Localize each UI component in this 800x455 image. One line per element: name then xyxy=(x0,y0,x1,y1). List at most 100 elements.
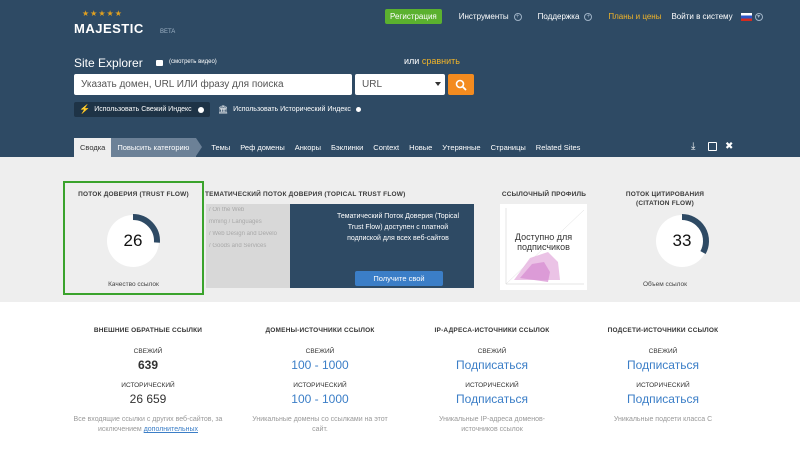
trust-flow-title: ПОТОК ДОВЕРИЯ (TRUST FLOW) xyxy=(78,191,189,198)
stat-historic-label: ИСТОРИЧЕСКИЙ xyxy=(636,382,690,389)
bank-icon: 🏛 xyxy=(218,105,229,114)
stat-fresh-value[interactable]: 100 - 1000 xyxy=(240,358,400,372)
historic-index-toggle[interactable]: 🏛 Использовать Исторический Индекс xyxy=(218,102,361,117)
citation-flow-value: 33 xyxy=(672,231,692,250)
topical-preview-item: / Goods and Services xyxy=(209,243,267,249)
topical-message: Тематический Поток Доверия (Topical Trus… xyxy=(336,213,459,242)
settings-tools-icon[interactable]: ✖ xyxy=(725,142,734,152)
topical-trust-flow-title: ТЕМАТИЧЕСКИЙ ПОТОК ДОВЕРИЯ (TOPICAL TRUS… xyxy=(205,191,406,198)
topical-preview-item: / On the Web xyxy=(209,207,245,213)
subscribe-link[interactable]: Подписаться xyxy=(583,358,743,372)
citation-flow-title: ПОТОК ЦИТИРОВАНИЯ (CITATION FLOW) xyxy=(625,191,705,207)
search-input[interactable]: Указать домен, URL ИЛИ фразу для поиска xyxy=(74,74,352,95)
stat-description: Уникальные IP-адреса доменов-источников … xyxy=(438,416,546,433)
stat-fresh-value: 639 xyxy=(137,358,159,372)
nav-tools[interactable]: Инструменты + xyxy=(459,12,522,21)
stat-historic-label: ИСТОРИЧЕСКИЙ xyxy=(293,382,347,389)
compare-area: или сравнить xyxy=(404,56,460,66)
nav-tools-label: Инструменты xyxy=(458,12,509,21)
subscribe-link[interactable]: Подписаться xyxy=(412,358,572,372)
stat-external-backlinks: ВНЕШНИЕ ОБРАТНЫЕ ССЫЛКИ СВЕЖИЙ 639 ИСТОР… xyxy=(68,327,228,435)
stat-title: ВНЕШНИЕ ОБРАТНЫЕ ССЫЛКИ xyxy=(93,327,203,334)
stat-fresh-label: СВЕЖИЙ xyxy=(305,348,335,355)
stat-referring-domains: ДОМЕНЫ-ИСТОЧНИКИ ССЫЛОК СВЕЖИЙ 100 - 100… xyxy=(240,327,400,435)
nav-support[interactable]: Поддержка + xyxy=(538,12,593,21)
search-type-select[interactable]: URL xyxy=(355,74,445,95)
stat-historic-value[interactable]: 100 - 1000 xyxy=(240,392,400,406)
tab-anchors[interactable]: Анкоры xyxy=(290,138,326,157)
tab-context[interactable]: Context xyxy=(368,138,404,157)
tab-backlinks[interactable]: Бэклинки xyxy=(326,138,368,157)
logo-text: MAJESTIC xyxy=(74,21,144,36)
stat-description: Уникальные домены со ссылками на этот са… xyxy=(252,416,388,433)
link-profile-chart: Доступно для подписчиков xyxy=(500,204,587,290)
tab-lost[interactable]: Утерянные xyxy=(437,138,485,157)
or-label: или xyxy=(404,56,420,66)
citation-flow-caption: Объем ссылок xyxy=(642,281,687,288)
compare-link[interactable]: сравнить xyxy=(422,56,460,66)
stat-historic-label: ИСТОРИЧЕСКИЙ xyxy=(121,382,175,389)
logo-stars-icon: ★★★★★ xyxy=(82,9,123,18)
trust-flow-value: 26 xyxy=(123,231,143,250)
stat-referring-ips: IP-АДРЕСА-ИСТОЧНИКИ ССЫЛОК СВЕЖИЙ Подпис… xyxy=(412,327,572,435)
tab-new[interactable]: Новые xyxy=(404,138,437,157)
chevron-down-icon: ▾ xyxy=(754,12,763,21)
nav-support-label: Поддержка xyxy=(537,12,580,21)
trust-flow-caption: Качество ссылок xyxy=(108,281,159,288)
stat-title: IP-АДРЕСА-ИСТОЧНИКИ ССЫЛОК xyxy=(434,327,550,334)
subscribe-link[interactable]: Подписаться xyxy=(412,392,572,406)
tab-ref-domains[interactable]: Реф домены xyxy=(235,138,290,157)
fresh-index-toggle[interactable]: ⚡ Использовать Свежий Индекс xyxy=(74,102,210,117)
subscribe-link[interactable]: Подписаться xyxy=(583,392,743,406)
report-icon[interactable] xyxy=(708,142,717,151)
stat-referring-subnets: ПОДСЕТИ-ИСТОЧНИКИ ССЫЛОК СВЕЖИЙ Подписат… xyxy=(583,327,743,425)
plus-icon: + xyxy=(584,12,593,21)
historic-index-label: Использовать Исторический Индекс xyxy=(233,106,351,113)
tab-summary[interactable]: Сводка xyxy=(74,138,112,157)
top-nav: Регистрация Инструменты + Поддержка + План… xyxy=(385,9,763,24)
citation-flow-gauge: 33 xyxy=(653,212,711,270)
beta-label: BETA xyxy=(160,29,176,35)
caret-down-icon xyxy=(435,82,441,86)
download-icon[interactable]: ⤓ xyxy=(691,142,700,152)
stat-description: Все входящие ссылки с других веб-сайтов,… xyxy=(68,415,228,435)
tab-topics[interactable]: Темы xyxy=(206,138,235,157)
stat-historic-label: ИСТОРИЧЕСКИЙ xyxy=(465,382,519,389)
topical-preview-item: / Web Design and Develo xyxy=(209,231,277,237)
trust-flow-gauge: 26 xyxy=(104,212,162,270)
search-type-value: URL xyxy=(362,79,383,90)
ru-flag-icon xyxy=(740,12,752,21)
search-button[interactable] xyxy=(448,74,474,95)
radio-dot-icon xyxy=(355,107,361,112)
tab-related-sites[interactable]: Related Sites xyxy=(531,138,586,157)
register-button[interactable]: Регистрация xyxy=(385,9,442,24)
toolbar-icons: ⤓ ✖ xyxy=(691,142,734,152)
nav-login[interactable]: Войти в систему xyxy=(671,12,732,21)
header: ★★★★★ MAJESTIC BETA Регистрация Инструме… xyxy=(0,0,800,157)
topical-preview-list: / On the Web mming / Languages / Web Des… xyxy=(206,204,301,288)
selected-dot-icon xyxy=(197,106,204,113)
language-selector[interactable]: ▾ xyxy=(740,12,763,21)
subscribers-only-overlay: Доступно для подписчиков xyxy=(514,232,573,252)
search-icon xyxy=(455,79,467,91)
tab-arrow-icon xyxy=(196,138,203,156)
plus-icon: + xyxy=(513,12,522,21)
watch-video-link[interactable]: (смотреть видео) xyxy=(169,59,217,65)
stat-fresh-label: СВЕЖИЙ xyxy=(648,348,678,355)
get-yours-button[interactable]: Получите свой xyxy=(355,271,443,286)
lightning-icon: ⚡ xyxy=(79,104,91,114)
stat-description-link[interactable]: дополнительных xyxy=(144,426,198,433)
video-icon[interactable] xyxy=(156,60,163,66)
tab-upgrade-category[interactable]: Повысить категорию xyxy=(111,138,197,157)
fresh-index-label: Использовать Свежий Индекс xyxy=(94,106,192,113)
link-profile-title: ССЫЛОЧНЫЙ ПРОФИЛЬ xyxy=(501,191,587,198)
stat-title: ПОДСЕТИ-ИСТОЧНИКИ ССЫЛОК xyxy=(607,327,719,334)
nav-plans[interactable]: Планы и цены xyxy=(608,12,661,21)
stat-fresh-label: СВЕЖИЙ xyxy=(477,348,507,355)
site-explorer-title: Site Explorer xyxy=(74,56,143,70)
topical-divider-shape xyxy=(290,204,320,288)
stat-description: Уникальные подсети класса C xyxy=(613,416,713,423)
stat-fresh-label: СВЕЖИЙ xyxy=(133,348,163,355)
tab-pages[interactable]: Страницы xyxy=(486,138,531,157)
topical-preview-item: mming / Languages xyxy=(209,219,262,225)
